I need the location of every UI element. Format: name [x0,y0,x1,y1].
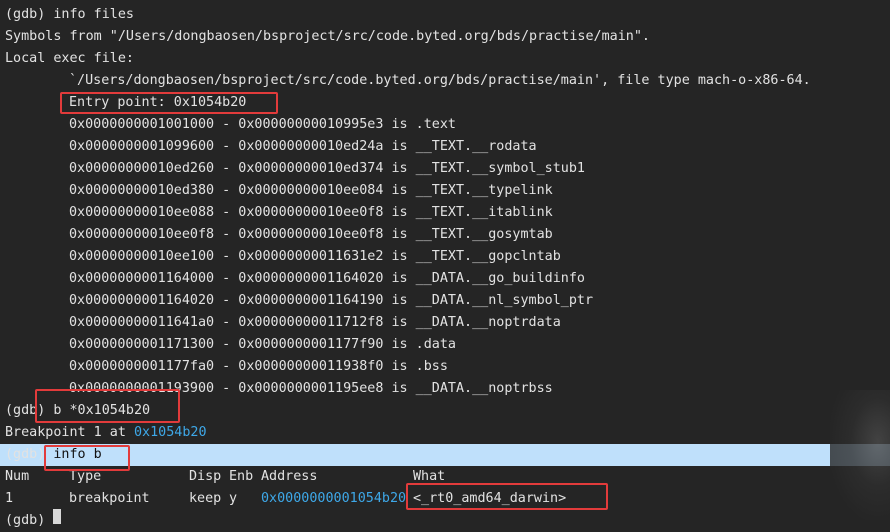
bp-row-address-link[interactable]: 0x0000000001054b20 [261,488,406,510]
background-wallpaper-fragment [830,390,890,520]
symbols-from-line: Symbols from "/Users/dongbaosen/bsprojec… [5,29,650,44]
section-line: 0x0000000001171300 - 0x0000000001177f90 … [69,337,456,352]
bp-row-disp: keep [189,491,222,506]
gdb-last-prompt[interactable]: (gdb) [5,510,53,532]
section-line: 0x0000000001177fa0 - 0x00000000011938f0 … [69,359,448,374]
text-cursor [53,509,61,524]
table-header-address: Address [261,469,318,484]
table-header-enb: Enb [229,469,254,484]
bp-row-type: breakpoint [69,491,150,506]
bp-row-enb: y [229,491,238,506]
section-line: 0x00000000011641a0 - 0x00000000011712f8 … [69,315,561,330]
annotation-box-info-b [44,445,130,471]
section-line: 0x00000000010ee100 - 0x00000000011631e2 … [69,249,561,264]
section-line: 0x0000000001164020 - 0x0000000001164190 … [69,293,594,308]
annotation-box-break-command [35,389,180,423]
breakpoint-set-line: Breakpoint 1 at 0x1054b20 [5,422,207,444]
local-exec-file-line: Local exec file: [5,51,134,66]
section-line: 0x00000000010ed260 - 0x00000000010ed374 … [69,161,585,176]
section-line: 0x0000000001164000 - 0x0000000001164020 … [69,271,585,286]
table-header-num: Num [5,469,30,484]
section-line: 0x00000000010ed380 - 0x00000000010ee084 … [69,183,553,198]
section-line: 0x00000000010ee0f8 - 0x00000000010ee0f8 … [69,227,553,242]
section-line: 0x0000000001001000 - 0x00000000010995e3 … [69,117,456,132]
breakpoint-set-text: Breakpoint 1 at [5,425,134,440]
terminal-window[interactable]: (gdb) info files Symbols from "/Users/do… [0,0,890,528]
section-line: 0x0000000001099600 - 0x00000000010ed24a … [69,139,537,154]
table-header-disp: Disp [189,469,222,484]
gdb-command-info-files: (gdb) info files [5,7,134,22]
bp-row-num: 1 [5,491,14,506]
annotation-box-what [406,483,608,510]
selection-highlight [0,444,890,466]
breakpoint-address-link[interactable]: 0x1054b20 [134,425,207,440]
exec-file-path-line: `/Users/dongbaosen/bsproject/src/code.by… [69,73,811,88]
section-line: 0x00000000010ee088 - 0x00000000010ee0f8 … [69,205,553,220]
annotation-box-entry-point [60,92,278,114]
